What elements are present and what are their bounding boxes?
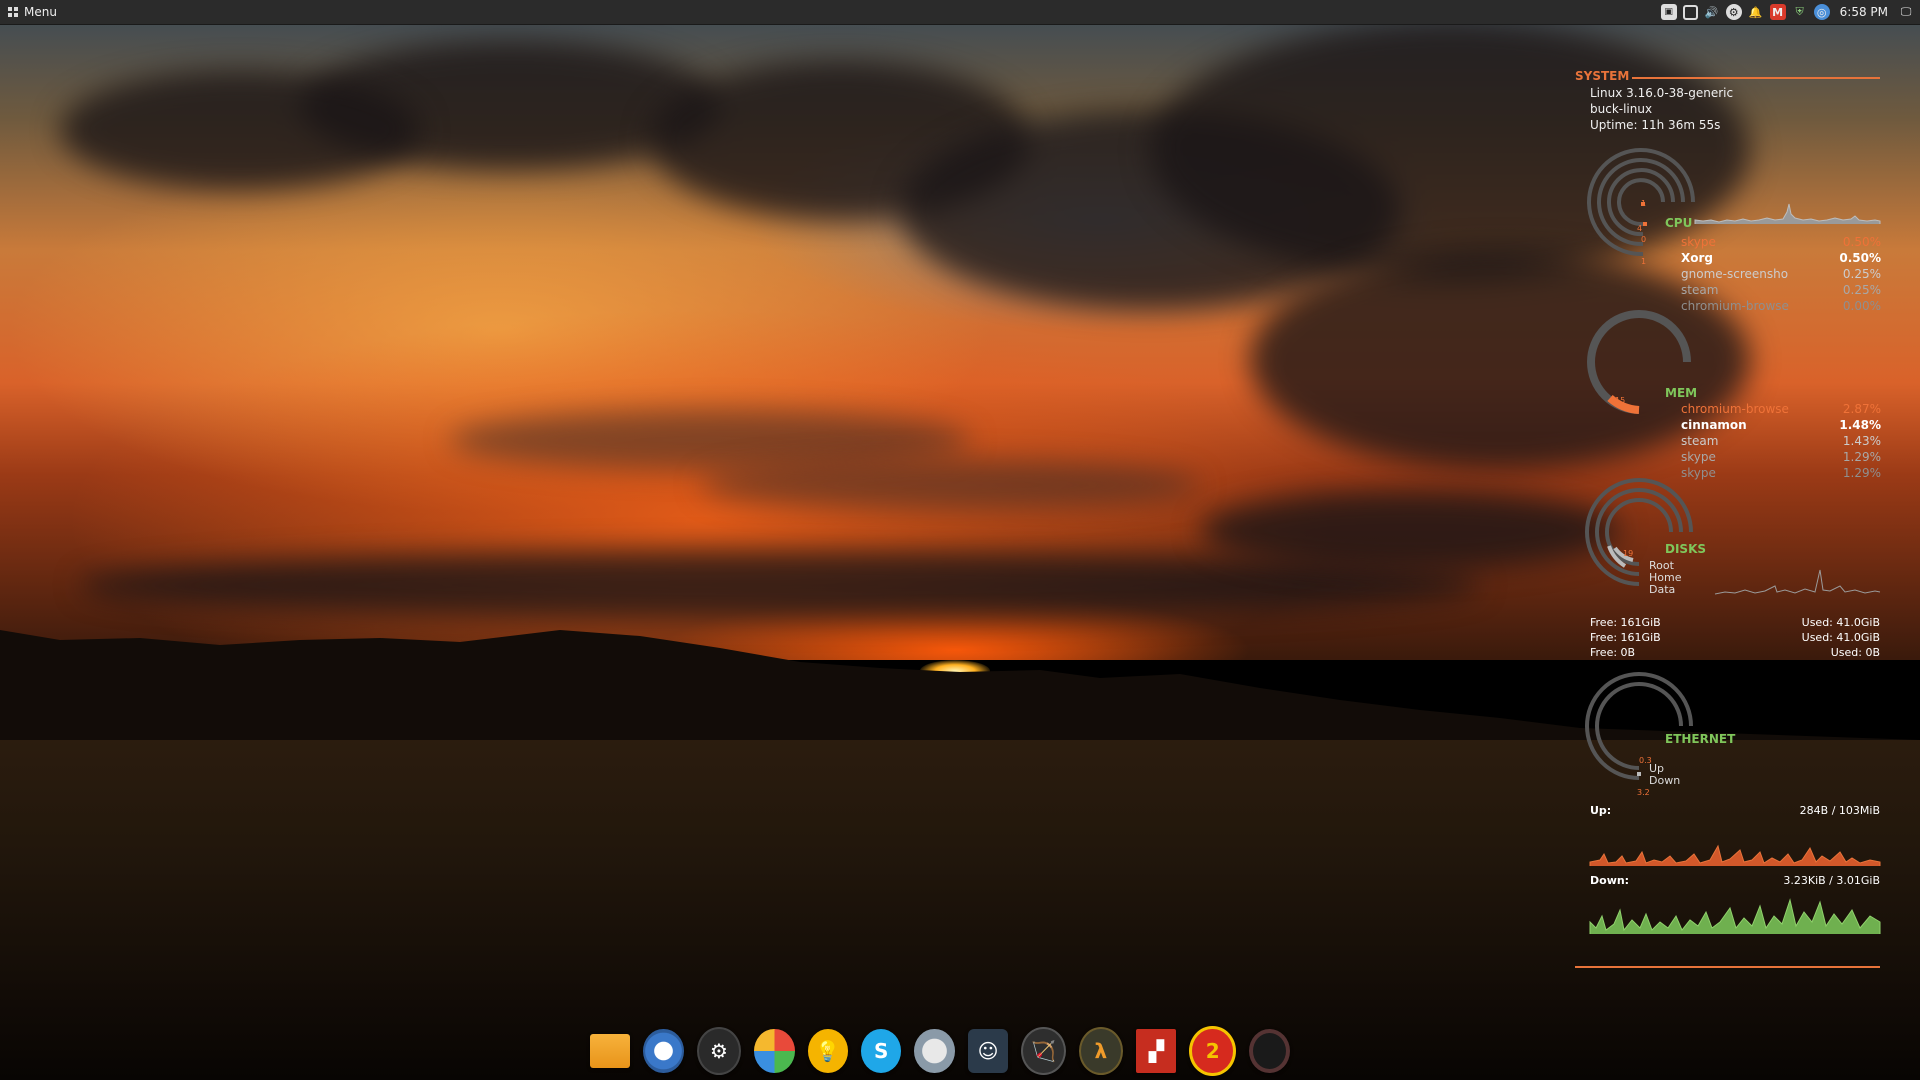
- mem-process-row: steam 1.43%: [1681, 434, 1881, 448]
- cpu-core-3: 0: [1641, 235, 1647, 244]
- lightbulb-icon[interactable]: 💡: [807, 1029, 849, 1073]
- notification-icon[interactable]: 🔔: [1748, 4, 1764, 20]
- ethernet-title: ETHERNET: [1665, 732, 1736, 746]
- cloud: [1200, 490, 1620, 570]
- cpu-process-row: gnome-screensho 0.25%: [1681, 267, 1881, 281]
- cpu-process-row: Xorg 0.50%: [1681, 251, 1881, 265]
- system-tray: ▣ 🔊 ⚙ 🔔 M ⛨ ◎ 6:58 PM 🖵: [1660, 4, 1920, 20]
- pinwheel-icon[interactable]: [754, 1029, 795, 1073]
- process-value: 1.29%: [1842, 466, 1881, 480]
- disk-io-graph: [1714, 569, 1881, 595]
- mem-title: MEM: [1665, 386, 1698, 400]
- files-icon[interactable]: [590, 1034, 631, 1068]
- process-value: 1.43%: [1842, 434, 1881, 448]
- top-panel: Menu ▣ 🔊 ⚙ 🔔 M ⛨ ◎ 6:58 PM 🖵: [0, 0, 1920, 25]
- steam-icon[interactable]: ⚙: [1725, 4, 1742, 20]
- volume-icon[interactable]: 🔊: [1704, 4, 1720, 20]
- cloud: [700, 460, 1200, 510]
- disk-free-home: Free: 161GiB: [1590, 631, 1661, 644]
- bottom-divider: [1575, 966, 1880, 968]
- disk-used-home: Used: 41.0GiB: [1801, 631, 1880, 644]
- dock: ⚙ 💡 S ☺ 🏹 λ ▞ 2: [590, 1022, 1290, 1080]
- disk-free-root: Free: 161GiB: [1590, 616, 1661, 629]
- cpu-process-row: steam 0.25%: [1681, 283, 1881, 297]
- gmail-icon[interactable]: M: [1769, 4, 1786, 20]
- cloud: [60, 70, 420, 190]
- upload-heading: Up:: [1590, 804, 1612, 817]
- system-divider: [1632, 77, 1880, 79]
- process-name: steam: [1681, 283, 1719, 297]
- browser-globe-icon[interactable]: [914, 1029, 955, 1073]
- process-value: 1.48%: [1839, 418, 1881, 432]
- system-title: SYSTEM: [1575, 69, 1630, 83]
- menu-label: Menu: [24, 5, 57, 19]
- mem-process-row: chromium-browse 2.87%: [1681, 402, 1881, 416]
- mem-process-row: cinnamon 1.48%: [1681, 418, 1881, 432]
- process-value: 2.87%: [1842, 402, 1881, 416]
- process-value: 1.29%: [1842, 450, 1881, 464]
- disks-gauge: [1585, 478, 1693, 586]
- ethernet-down-label: Down: [1649, 774, 1681, 787]
- window-icon[interactable]: [1682, 4, 1698, 20]
- ethernet-gauge: [1585, 672, 1693, 780]
- process-name: steam: [1681, 434, 1719, 448]
- disk-used-root: Used: 41.0GiB: [1801, 616, 1880, 629]
- skype-icon[interactable]: S: [861, 1029, 902, 1073]
- process-name: Xorg: [1681, 251, 1714, 265]
- process-value: 0.50%: [1839, 251, 1881, 265]
- bow-icon[interactable]: 🏹: [1021, 1027, 1066, 1075]
- disks-title: DISKS: [1665, 542, 1707, 556]
- half-life-2-icon[interactable]: 2: [1189, 1026, 1236, 1076]
- upload-graph: [1589, 844, 1881, 866]
- cpu-process-row: chromium-browse 0.00%: [1681, 299, 1881, 313]
- chromium-icon[interactable]: [643, 1029, 684, 1073]
- hostname: buck-linux: [1590, 102, 1653, 116]
- kernel-version: Linux 3.16.0-38-generic: [1590, 86, 1734, 100]
- screenshot-icon[interactable]: ▣: [1660, 4, 1677, 20]
- cpu-graph: [1694, 203, 1881, 224]
- disk-free-data: Free: 0B: [1590, 646, 1636, 659]
- disk-used-data: Used: 0B: [1830, 646, 1880, 659]
- process-name: skype: [1681, 235, 1716, 249]
- mem-gauge-value: 15: [1615, 396, 1626, 405]
- chromium-icon[interactable]: ◎: [1813, 4, 1830, 20]
- disk-label-data: Data: [1649, 583, 1676, 596]
- cpu-title: CPU: [1665, 216, 1693, 230]
- menu-button[interactable]: Menu: [0, 0, 65, 24]
- uptime: Uptime: 11h 36m 55s: [1590, 118, 1721, 132]
- menu-grid-icon: [8, 7, 18, 17]
- steam-icon[interactable]: ⚙: [696, 1027, 742, 1075]
- process-name: chromium-browse: [1681, 402, 1789, 416]
- mem-process-row: skype 1.29%: [1681, 466, 1881, 480]
- cpu-core-1: 1: [1641, 199, 1647, 208]
- download-heading: Down:: [1590, 874, 1630, 887]
- download-graph: [1589, 898, 1881, 934]
- mem-process-row: skype 1.29%: [1681, 450, 1881, 464]
- rust-icon[interactable]: ▞: [1136, 1029, 1177, 1073]
- process-value: 0.25%: [1842, 267, 1881, 281]
- process-name: skype: [1681, 450, 1716, 464]
- cpu-core-4: 1: [1641, 257, 1647, 266]
- process-name: cinnamon: [1681, 418, 1747, 432]
- fallout-icon[interactable]: ☺: [967, 1029, 1009, 1073]
- conky-system-monitor: SYSTEM Linux 3.16.0-38-generic buck-linu…: [1575, 66, 1881, 976]
- cpu-core-2: 4: [1637, 224, 1643, 233]
- cpu-process-row: skype 0.50%: [1681, 235, 1881, 249]
- process-value: 0.50%: [1842, 235, 1881, 249]
- ethernet-down-value: 3.2: [1637, 788, 1650, 797]
- process-value: 0.00%: [1842, 299, 1881, 313]
- process-name: gnome-screensho: [1681, 267, 1789, 281]
- disks-gauge-value: 19: [1623, 549, 1634, 558]
- shield-icon[interactable]: ⛨: [1792, 4, 1808, 20]
- network-icon[interactable]: 🖵: [1898, 4, 1914, 20]
- download-stats: 3.23KiB / 3.01GiB: [1783, 874, 1880, 887]
- process-value: 0.25%: [1842, 283, 1881, 297]
- half-life-icon[interactable]: λ: [1078, 1027, 1124, 1075]
- clock[interactable]: 6:58 PM: [1840, 5, 1888, 19]
- upload-stats: 284B / 103MiB: [1799, 804, 1880, 817]
- portal-icon[interactable]: [1248, 1029, 1290, 1073]
